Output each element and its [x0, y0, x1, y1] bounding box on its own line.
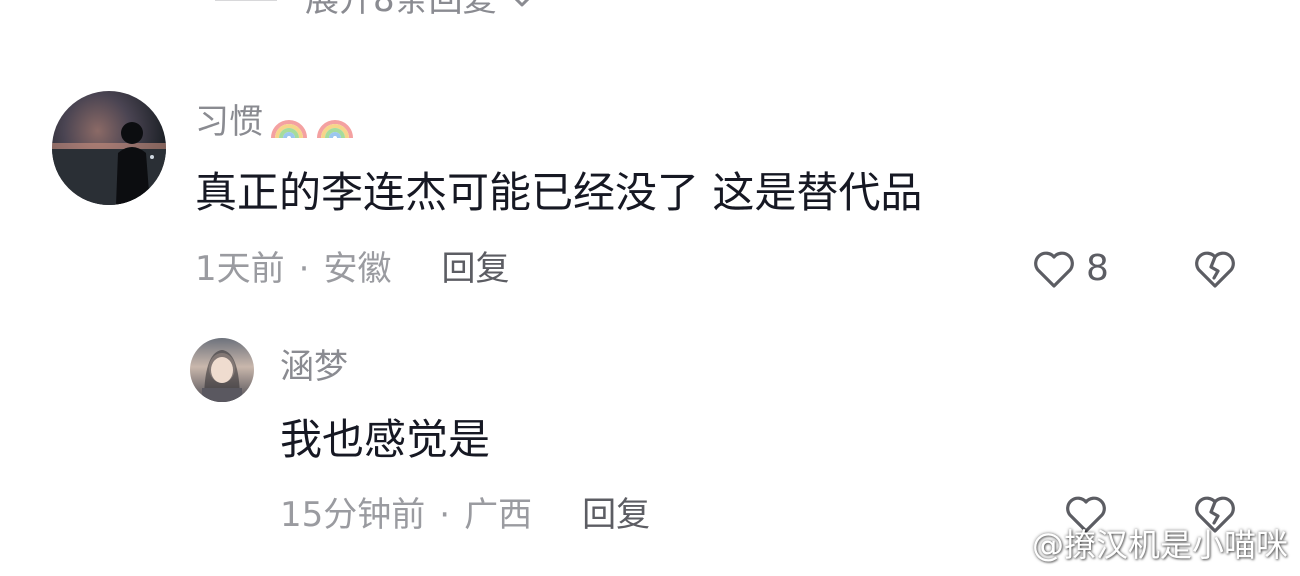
comment-location: 安徽 [323, 249, 392, 289]
dislike-button[interactable] [1190, 245, 1240, 297]
chevron-down-icon [514, 0, 529, 7]
comment-meta: 1天前 · 安徽 回复 [195, 247, 509, 291]
reply-button[interactable]: 回复 [441, 247, 509, 291]
broken-heart-icon [1195, 251, 1235, 288]
comment-content: 我也感觉是 [280, 415, 491, 464]
avatar[interactable] [52, 91, 166, 205]
avatar[interactable] [190, 338, 254, 402]
reply-button[interactable]: 回复 [582, 493, 650, 537]
username-text: 习惯 [195, 102, 263, 142]
expand-replies[interactable]: 展开8条回复 [215, 0, 537, 22]
rainbow-emoji-icon [271, 120, 307, 139]
comment-time: 1天前 [195, 249, 285, 289]
comment-meta: 15分钟前 · 广西 回复 [280, 493, 650, 537]
comment-time: 15分钟前 [280, 495, 426, 535]
comment-username[interactable]: 习惯 [195, 100, 355, 144]
like-button[interactable]: 8 [1030, 245, 1109, 293]
expand-divider [215, 0, 277, 1]
heart-icon [1034, 251, 1074, 288]
avatar-silhouette-icon [52, 122, 166, 205]
rainbow-emoji-icon [317, 120, 353, 139]
weibo-watermark: @撩汉机是小喵咪 [988, 520, 1288, 566]
avatar-portrait-icon [202, 350, 242, 402]
like-count: 8 [1086, 248, 1109, 289]
comment-content: 真正的李连杰可能已经没了 这是替代品 [195, 168, 923, 217]
meta-separator: · [298, 249, 310, 289]
username-text: 涵梦 [280, 347, 348, 387]
comment-username[interactable]: 涵梦 [280, 345, 348, 389]
watermark-text: @撩汉机是小喵咪 [1031, 526, 1288, 564]
comment-item: 习惯 真正的李连杰可能已经没了 这是替代品 1天前 · 安徽 回复 8 [0, 90, 1300, 300]
weibo-logo-icon [989, 530, 1025, 559]
meta-separator: · [439, 495, 451, 535]
expand-replies-label: 展开8条回复 [305, 0, 497, 20]
comment-location: 广西 [464, 495, 533, 535]
